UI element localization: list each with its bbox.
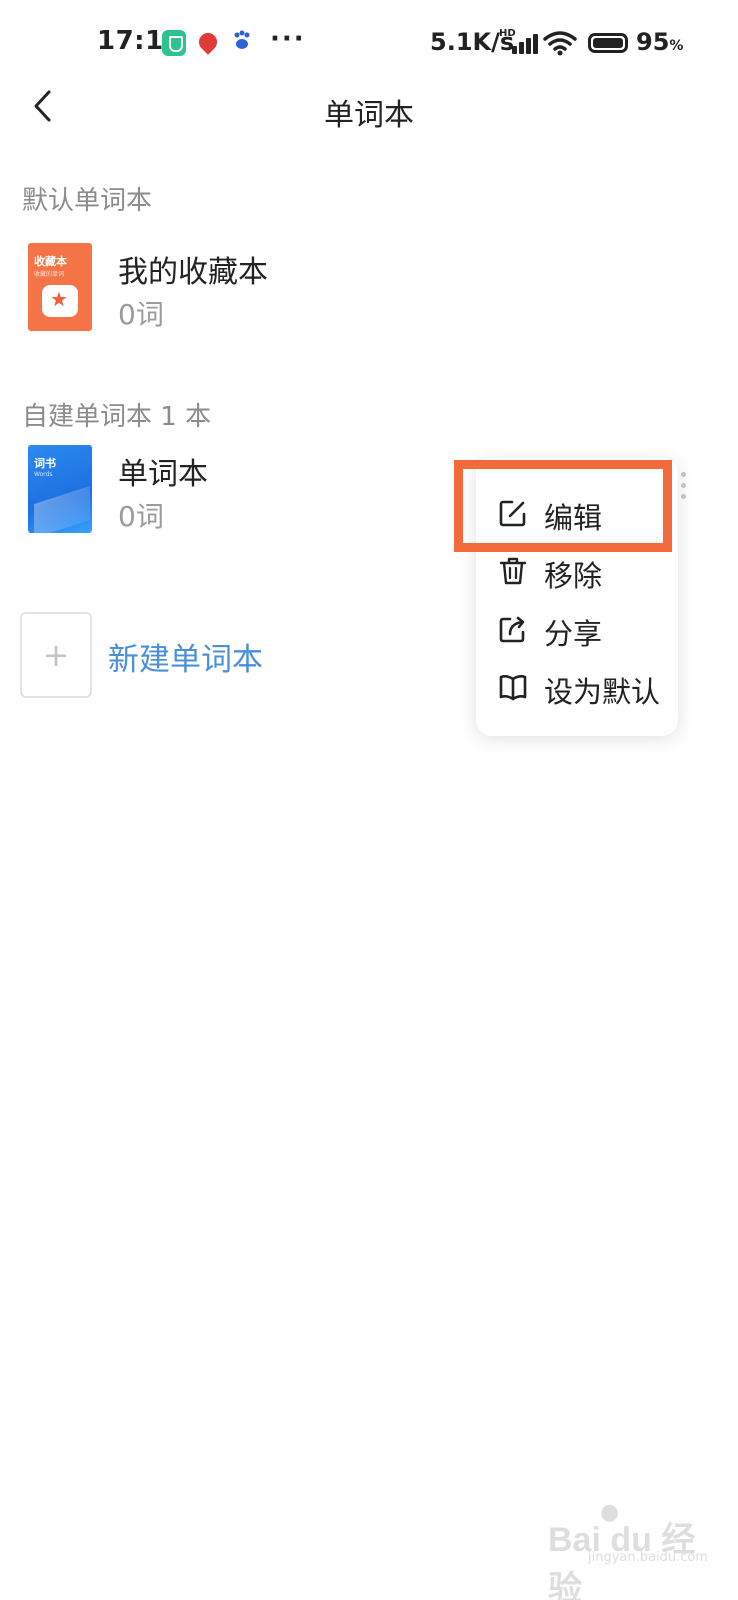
book-name: 我的收藏本 [118, 255, 268, 290]
signal-icon [500, 32, 538, 54]
more-vertical-icon[interactable] [676, 470, 690, 502]
book-item-custom[interactable]: 词书 Words 单词本 0词 [22, 445, 442, 537]
section-default-label: 默认单词本 [22, 186, 153, 216]
book-cover-words: 词书 Words [28, 445, 92, 533]
trash-icon [498, 556, 528, 586]
plus-icon [20, 612, 92, 698]
menu-item-set-default[interactable]: 设为默认 [476, 660, 678, 716]
book-word-count: 0词 [118, 500, 164, 533]
book-cover-favorites: 收藏本 收藏的单词 [28, 243, 92, 331]
location-pin-icon [195, 29, 221, 55]
battery-icon [588, 33, 628, 53]
status-bar: 17:14 ··· 5.1K/s HD 95% [0, 0, 738, 88]
book-word-count: 0词 [118, 298, 164, 331]
wifi-icon [543, 30, 577, 56]
book-name: 单词本 [118, 457, 208, 492]
battery-percent: 95% [636, 28, 684, 56]
new-book-button[interactable]: 新建单词本 [20, 612, 340, 700]
baidu-paw-icon: ● [600, 1500, 620, 1525]
shield-icon [162, 30, 186, 56]
menu-item-share[interactable]: 分享 [476, 602, 678, 658]
baidu-jingyan-watermark: Bai du 经验 ● jingyan.baidu.com [548, 1500, 708, 1600]
share-icon [498, 614, 528, 644]
menu-item-remove[interactable]: 移除 [476, 544, 678, 600]
page-title: 单词本 [324, 98, 414, 133]
star-icon [42, 285, 78, 317]
book-item-favorites[interactable]: 收藏本 收藏的单词 我的收藏本 0词 [22, 243, 442, 335]
highlight-annotation [454, 460, 672, 552]
more-notifications-icon: ··· [270, 24, 306, 54]
baidu-paw-icon [232, 30, 252, 52]
new-book-label: 新建单词本 [108, 642, 263, 678]
book-open-icon [498, 672, 528, 702]
section-custom-label: 自建单词本 1 本 [22, 402, 212, 432]
